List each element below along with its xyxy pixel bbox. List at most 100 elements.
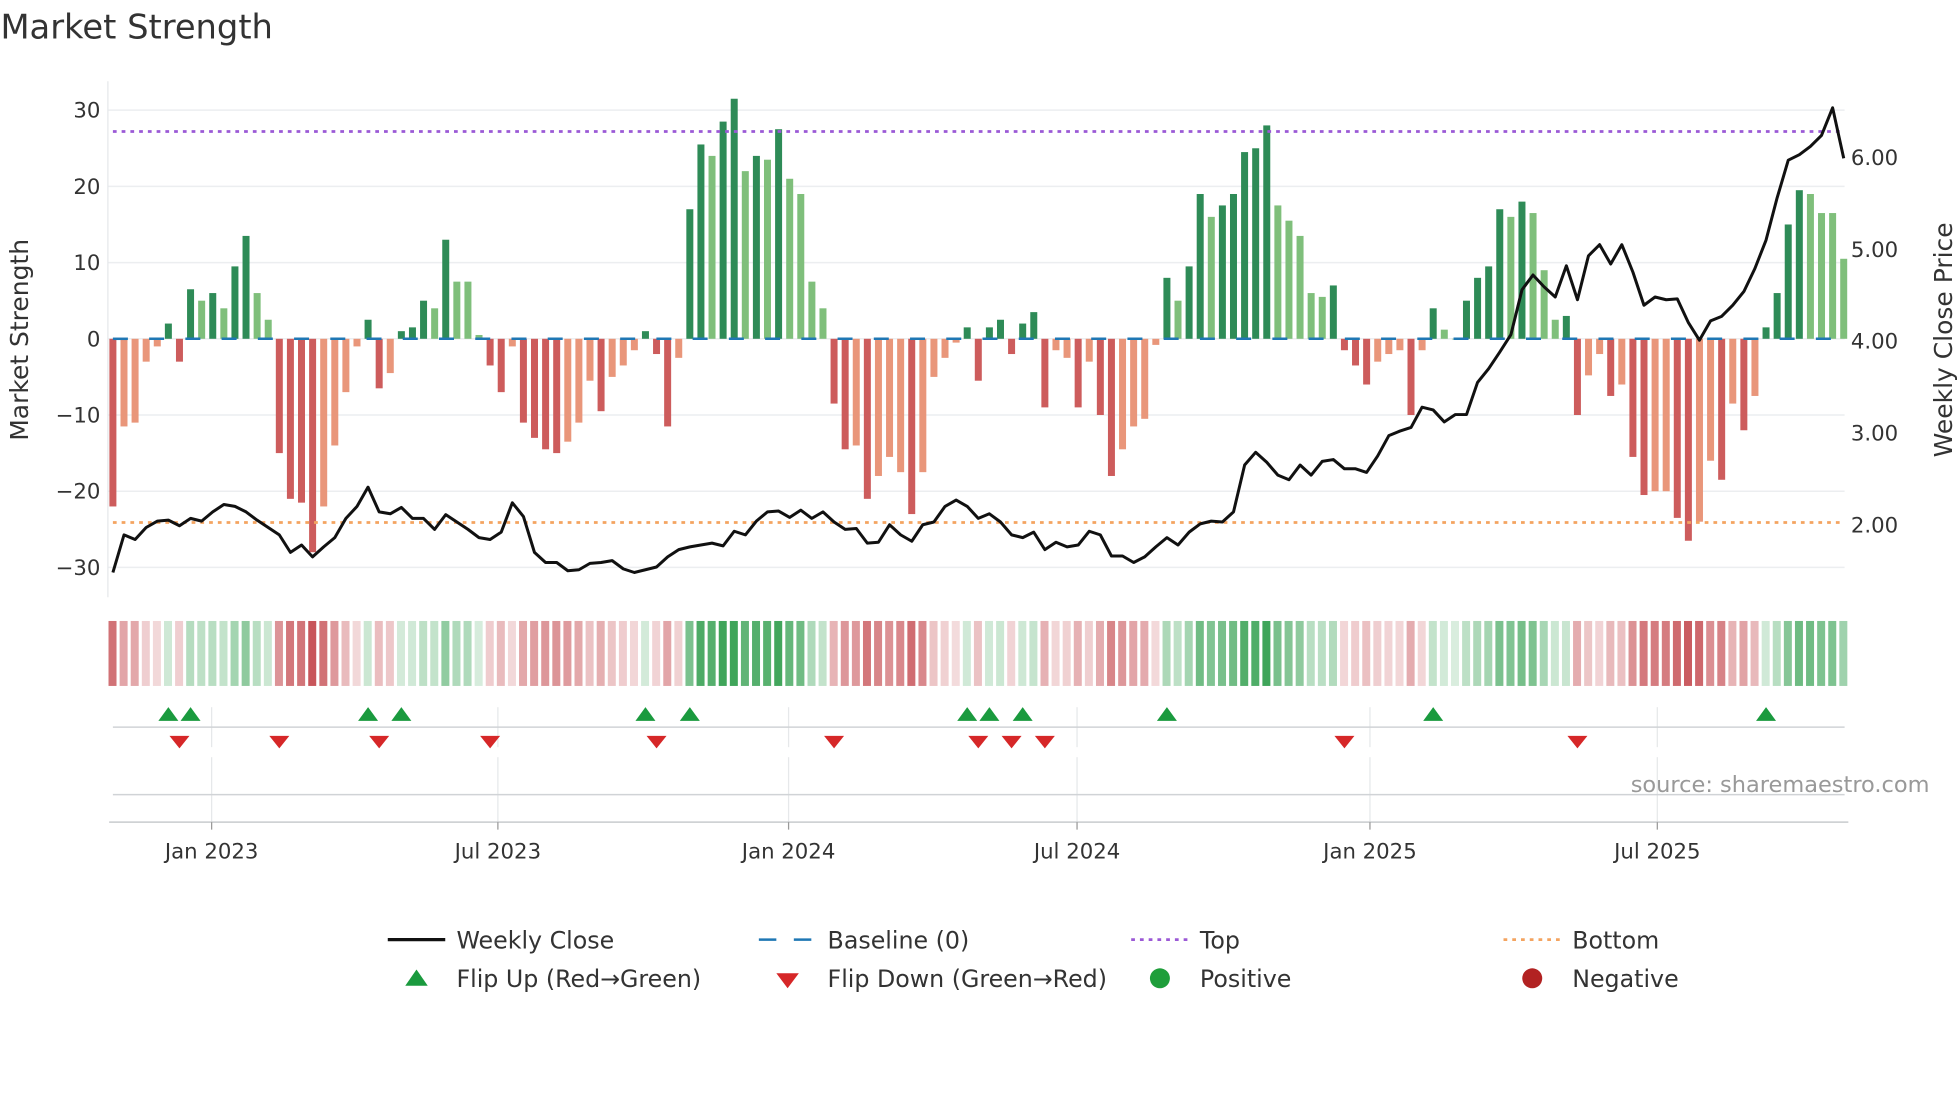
strength-bar (1285, 220, 1293, 339)
strength-bar (353, 338, 361, 347)
heat-cell (1639, 620, 1648, 686)
y2-tick-label: 4.00 (1851, 330, 1898, 355)
heat-cell (1806, 620, 1815, 686)
x-tick-label: Jan 2023 (163, 839, 259, 864)
heat-cell (1473, 620, 1482, 686)
strength-bar (763, 159, 771, 339)
strength-bar (142, 338, 150, 362)
strength-bar (1374, 338, 1382, 362)
heat-cell (1317, 620, 1326, 686)
strength-bar (675, 338, 683, 358)
strength-bar (1618, 338, 1626, 385)
strength-bar (741, 171, 749, 339)
strength-bar (941, 338, 949, 358)
market-strength-chart: Market Strength 30 20 10 0 −10 −20 −30 6.00 5.00… (0, 8, 1958, 993)
strength-bar (1695, 338, 1703, 522)
heat-cell (1772, 620, 1781, 686)
triangle-down-icon (776, 973, 799, 989)
strength-bar (420, 300, 428, 339)
heat-cell (1750, 620, 1759, 686)
strength-bar (930, 338, 938, 377)
strength-bar (641, 331, 649, 339)
heat-cell (1739, 620, 1748, 686)
heat-cell (1584, 620, 1593, 686)
heat-cell (951, 620, 960, 686)
strength-bar (1163, 277, 1171, 339)
strength-bar (342, 338, 350, 393)
heat-cell (1328, 620, 1337, 686)
heat-cell (740, 620, 749, 686)
strength-bar (1596, 338, 1604, 355)
flip-down-marker (1034, 735, 1055, 749)
heat-cell (1839, 620, 1848, 686)
heat-cell (1506, 620, 1515, 686)
strength-bar (1407, 338, 1415, 416)
heat-cell (1406, 620, 1415, 686)
chart-title: Market Strength (0, 8, 272, 47)
strength-bar (1096, 338, 1104, 416)
strength-bar (275, 338, 283, 454)
heat-cell (829, 620, 838, 686)
flip-down-marker (1334, 735, 1355, 749)
strength-bar (819, 308, 827, 339)
strength-bar (1773, 293, 1781, 339)
heat-cell (208, 620, 217, 686)
heat-cell (707, 620, 716, 686)
heat-cell (996, 620, 1005, 686)
heat-cell (1761, 620, 1770, 686)
heat-cell (1417, 620, 1426, 686)
heat-cell (263, 620, 272, 686)
heat-cell (108, 620, 117, 686)
x-tick-label: Jan 2024 (740, 839, 836, 864)
heat-cell (1617, 620, 1626, 686)
heat-cell (252, 620, 261, 686)
strength-bar (1019, 323, 1027, 339)
heat-cell (485, 620, 494, 686)
strength-bar (1130, 338, 1138, 427)
strength-bar (1152, 338, 1160, 345)
strength-bar (442, 239, 450, 339)
strength-heat-strip (108, 620, 1848, 686)
heat-cell (474, 620, 483, 686)
heat-cell (807, 620, 816, 686)
heat-cell (696, 620, 705, 686)
heat-cell (507, 620, 516, 686)
flip-up-marker (1756, 707, 1777, 721)
y-tick-label: −20 (56, 480, 101, 505)
heat-cell (1650, 620, 1659, 686)
y2-axis-label: Weekly Close Price (1929, 222, 1958, 457)
strength-bar (531, 338, 539, 438)
heat-cell (862, 620, 871, 686)
strength-bar (808, 281, 816, 339)
strength-bar (164, 323, 172, 339)
strength-bar (708, 155, 716, 339)
strength-bar (1573, 338, 1581, 416)
flip-down-marker (369, 735, 390, 749)
heat-cell (1462, 620, 1471, 686)
heat-cell (752, 620, 761, 686)
strength-bar (309, 338, 317, 553)
strength-bar (187, 289, 195, 339)
strength-bar (1551, 319, 1559, 339)
strength-bar (730, 98, 738, 339)
heat-cell (385, 620, 394, 686)
heat-cell (1284, 620, 1293, 686)
heat-cell (585, 620, 594, 686)
heat-cell (1129, 620, 1138, 686)
strength-bar (1329, 285, 1337, 339)
heat-cell (530, 620, 539, 686)
heat-cell (818, 620, 827, 686)
heat-cell (274, 620, 283, 686)
strength-bar (1207, 216, 1215, 339)
strength-bar (198, 300, 206, 339)
strength-bar (841, 338, 849, 450)
flip-up-marker (1012, 707, 1033, 721)
strength-bar (298, 338, 306, 503)
heat-cell (1340, 620, 1349, 686)
legend-label: Top (1199, 926, 1240, 954)
strength-bar (1252, 148, 1260, 339)
strength-bar (1651, 338, 1659, 492)
strength-bar (1540, 270, 1548, 339)
heat-cell (563, 620, 572, 686)
legend-label: Weekly Close (456, 926, 614, 954)
